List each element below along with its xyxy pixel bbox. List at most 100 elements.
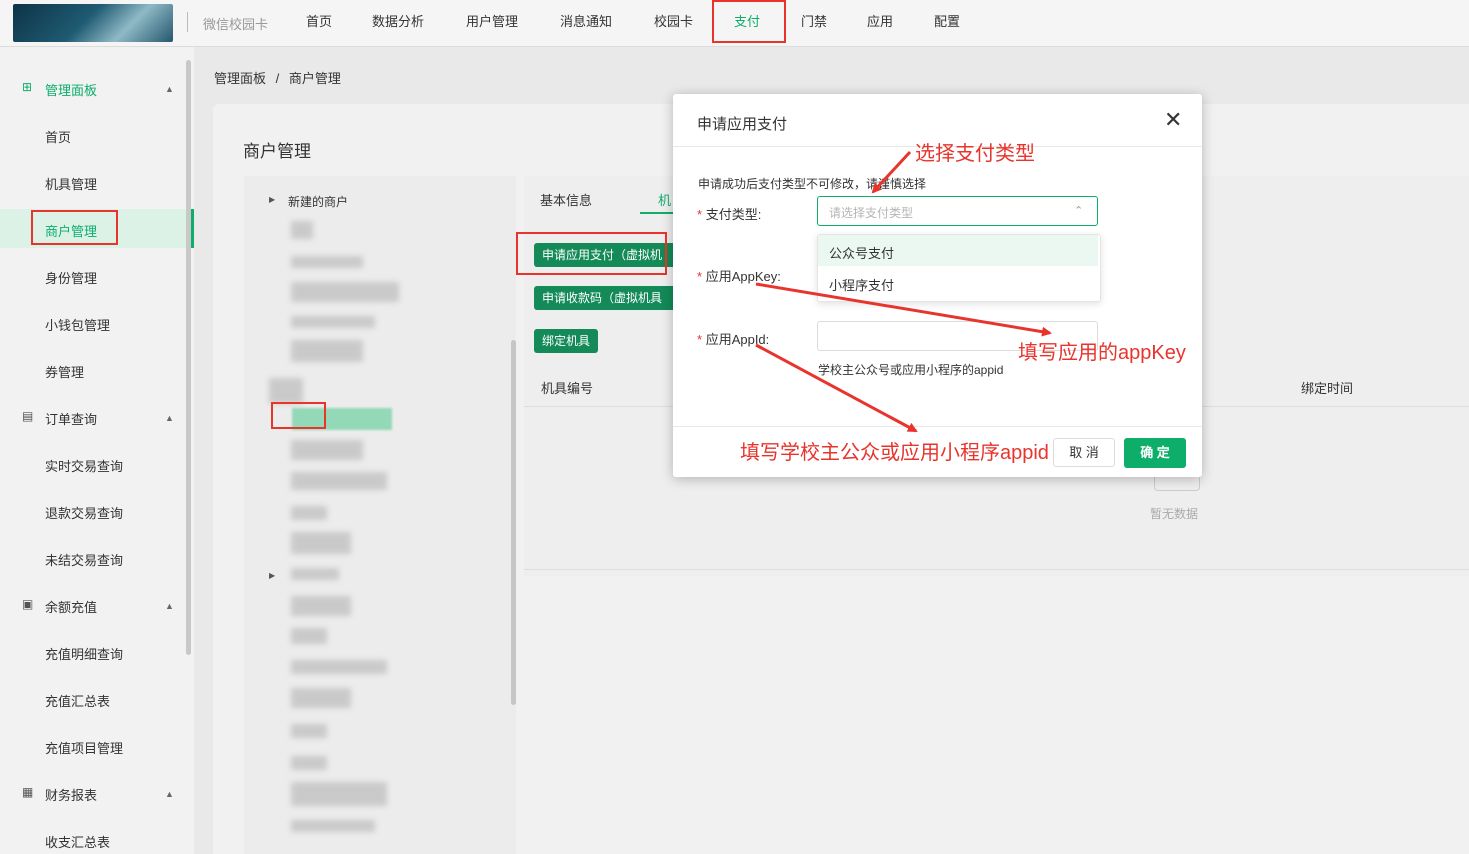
caret-right-icon[interactable]: ▶ [269,195,275,204]
sidebar-item-realtime-trades[interactable]: 实时交易查询 [45,456,123,475]
sidebar-item-recharge-summary[interactable]: 充值汇总表 [45,691,110,710]
blurred-tree-item [291,256,363,268]
appid-label: * 应用AppId: [697,329,769,348]
empty-state-text: 暂无数据 [1150,507,1199,521]
blurred-tree-item [291,724,327,738]
highlight-box-payment-nav [712,0,786,43]
order-icon: ▤ [22,409,34,423]
sidebar-group-orders[interactable]: 订单查询 [45,409,97,428]
blurred-tree-item [291,756,327,770]
close-icon[interactable]: ✕ [1164,108,1182,132]
breadcrumb-separator: / [275,71,280,86]
blurred-tree-item [291,440,363,460]
sidebar-item-recharge-detail[interactable]: 充值明细查询 [45,644,123,663]
annotation-fill-appid: 填写学校主公众或应用小程序appid [740,442,1049,464]
column-machine-number: 机具编号 [541,381,594,396]
highlight-box-merchant-item [31,210,118,245]
blurred-tree-item [291,506,327,520]
tab-machines[interactable]: 机 [658,190,671,209]
table-bottom-border [524,569,1469,570]
tree-node-new-merchant[interactable]: 新建的商户 [288,193,348,210]
confirm-button[interactable]: 确 定 [1124,438,1186,468]
chevron-up-icon[interactable]: ▲ [165,789,174,799]
recharge-icon: ▣ [22,597,34,611]
sidebar-item-machines[interactable]: 机具管理 [45,174,97,193]
tab-basic-info[interactable]: 基本信息 [540,190,592,209]
breadcrumb-root[interactable]: 管理面板 [214,71,266,86]
appkey-label-text: 应用AppKey: [705,269,781,284]
required-mark: * [697,207,703,222]
highlight-box-tree-node [271,402,326,429]
appid-hint: 学校主公众号或应用小程序的appid [818,363,1004,377]
blurred-tree-item [291,820,375,832]
sidebar-item-refunds[interactable]: 退款交易查询 [45,503,123,522]
sidebar-item-coupons[interactable]: 券管理 [45,362,84,381]
sidebar-scrollbar[interactable] [186,60,191,655]
required-mark: * [697,332,703,347]
blurred-tree-item [291,316,375,328]
required-mark: * [697,269,703,284]
breadcrumb: 管理面板 / 商户管理 [214,68,341,87]
app-name: 微信校园卡 [203,17,269,32]
school-logo-banner[interactable] [13,4,173,42]
blurred-tree-item [291,596,351,616]
merchant-tree [244,176,516,854]
apply-collection-code-button[interactable]: 申请收款码（虚拟机具 [534,286,678,310]
payment-type-label: * 支付类型: [697,204,761,223]
sidebar-item-wallet[interactable]: 小钱包管理 [45,315,110,334]
caret-right-icon[interactable]: ▶ [269,571,275,580]
payment-type-placeholder: 请选择支付类型 [829,206,914,220]
sidebar-item-home[interactable]: 首页 [45,127,71,146]
bind-machine-button[interactable]: 绑定机具 [534,329,599,353]
dialog-footer-divider [673,426,1202,427]
blurred-tree-item [269,378,303,404]
nav-user-management[interactable]: 用户管理 [466,0,518,46]
nav-home[interactable]: 首页 [306,0,332,46]
blurred-tree-item [291,340,363,362]
blurred-tree-item [291,221,313,239]
chevron-up-icon[interactable]: ▲ [165,84,174,94]
sidebar-item-income-summary[interactable]: 收支汇总表 [45,832,110,851]
option-mini-program-payment[interactable]: 小程序支付 [829,275,894,294]
tree-scrollbar[interactable] [511,340,516,705]
sidebar-group-recharge[interactable]: 余额充值 [45,597,97,616]
nav-settings[interactable]: 配置 [934,0,960,46]
blurred-tree-item [291,660,387,674]
blurred-tree-item [291,628,327,644]
annotation-select-type: 选择支付类型 [915,143,1035,165]
blurred-tree-item [291,688,351,708]
grid-icon: ⊞ [22,80,33,94]
highlight-box-apply-button [516,232,667,275]
sidebar-item-recharge-projects[interactable]: 充值项目管理 [45,738,123,757]
sidebar-group-finance[interactable]: 财务报表 [45,785,97,804]
appid-label-text: 应用AppId: [705,332,770,347]
sidebar-item-identity[interactable]: 身份管理 [45,268,97,287]
nav-data-analysis[interactable]: 数据分析 [372,0,424,46]
blurred-tree-item [291,532,351,554]
chevron-up-icon[interactable]: ⌃ [1074,204,1083,217]
blurred-tree-item [291,472,387,490]
blurred-tree-item [291,282,399,302]
breadcrumb-current: 商户管理 [288,71,341,86]
page-title: 商户管理 [243,142,311,161]
sidebar-item-unsettled[interactable]: 未结交易查询 [45,550,123,569]
chevron-up-icon[interactable]: ▲ [165,601,174,611]
nav-notifications[interactable]: 消息通知 [560,0,612,46]
table-icon: ▦ [22,785,34,799]
nav-access-control[interactable]: 门禁 [801,0,827,46]
blurred-tree-item [291,782,387,806]
sidebar-group-dashboard[interactable]: 管理面板 [45,80,97,99]
sidebar [0,47,194,854]
dialog-warning-note: 申请成功后支付类型不可修改，请谨慎选择 [698,177,927,191]
blurred-tree-item [291,568,339,580]
chevron-up-icon[interactable]: ▲ [165,413,174,423]
nav-campus-card[interactable]: 校园卡 [654,0,693,46]
appkey-label: * 应用AppKey: [697,266,781,285]
payment-type-label-text: 支付类型: [705,207,762,222]
annotation-fill-appkey: 填写应用的appKey [1018,342,1186,364]
dialog-title: 申请应用支付 [697,116,788,133]
nav-apps[interactable]: 应用 [867,0,893,46]
cancel-button[interactable]: 取 消 [1053,438,1115,467]
option-official-account-label[interactable]: 公众号支付 [829,243,894,262]
logo-divider [187,12,188,32]
